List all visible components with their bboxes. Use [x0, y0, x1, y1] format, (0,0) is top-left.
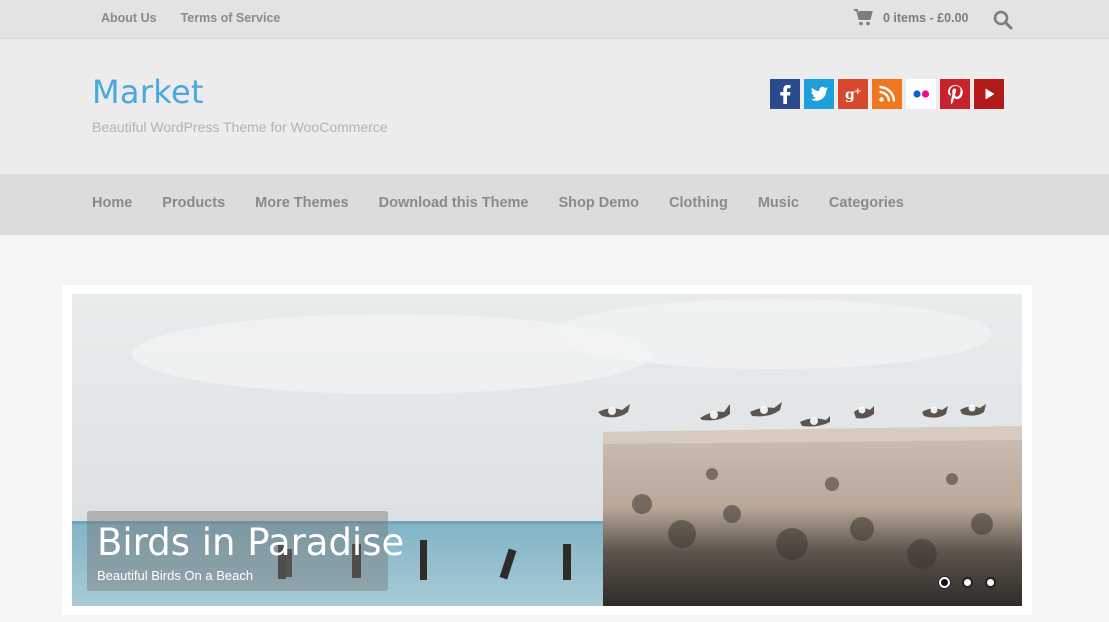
social-icons: g +: [770, 79, 1004, 109]
slider-pagination: [939, 577, 996, 588]
cart-summary[interactable]: 0 items - £0.00: [854, 9, 968, 26]
slider-dot-2[interactable]: [962, 577, 973, 588]
terms-of-service-link[interactable]: Terms of Service: [181, 11, 281, 25]
site-title[interactable]: Market: [92, 73, 204, 111]
pinterest-icon[interactable]: [940, 79, 970, 109]
cart-total: 0 items - £0.00: [883, 10, 969, 25]
top-bar: About Us Terms of Service 0 items - £0.0…: [0, 0, 1109, 39]
site-header: Market Beautiful WordPress Theme for Woo…: [0, 39, 1109, 174]
nav-item-categories[interactable]: Categories: [829, 195, 904, 211]
about-us-link[interactable]: About Us: [101, 11, 157, 25]
flickr-icon[interactable]: [906, 79, 936, 109]
nav-menu: Home Products More Themes Download this …: [92, 195, 904, 211]
rss-icon[interactable]: [872, 79, 902, 109]
site-description: Beautiful WordPress Theme for WooCommerc…: [92, 119, 388, 135]
nav-item-download-theme[interactable]: Download this Theme: [379, 195, 529, 211]
nav-item-clothing[interactable]: Clothing: [669, 195, 728, 211]
facebook-icon[interactable]: [770, 79, 800, 109]
search-icon[interactable]: [993, 10, 1013, 30]
nav-item-home[interactable]: Home: [92, 195, 132, 211]
slide-caption: Birds in Paradise Beautiful Birds On a B…: [87, 511, 404, 591]
twitter-icon[interactable]: [804, 79, 834, 109]
cart-icon: [854, 9, 873, 26]
nav-item-music[interactable]: Music: [758, 195, 799, 211]
nav-item-products[interactable]: Products: [162, 195, 225, 211]
svg-text:+: +: [854, 87, 862, 97]
slider-dot-3[interactable]: [985, 577, 996, 588]
google-plus-icon[interactable]: g +: [838, 79, 868, 109]
nav-item-shop-demo[interactable]: Shop Demo: [558, 195, 639, 211]
slide-subtitle: Beautiful Birds On a Beach: [97, 568, 254, 583]
slide-title[interactable]: Birds in Paradise: [97, 521, 404, 564]
top-links: About Us Terms of Service: [101, 11, 280, 25]
main-nav: Home Products More Themes Download this …: [0, 174, 1109, 235]
youtube-icon[interactable]: [974, 79, 1004, 109]
slider-dot-1[interactable]: [939, 577, 950, 588]
nav-item-more-themes[interactable]: More Themes: [255, 195, 348, 211]
